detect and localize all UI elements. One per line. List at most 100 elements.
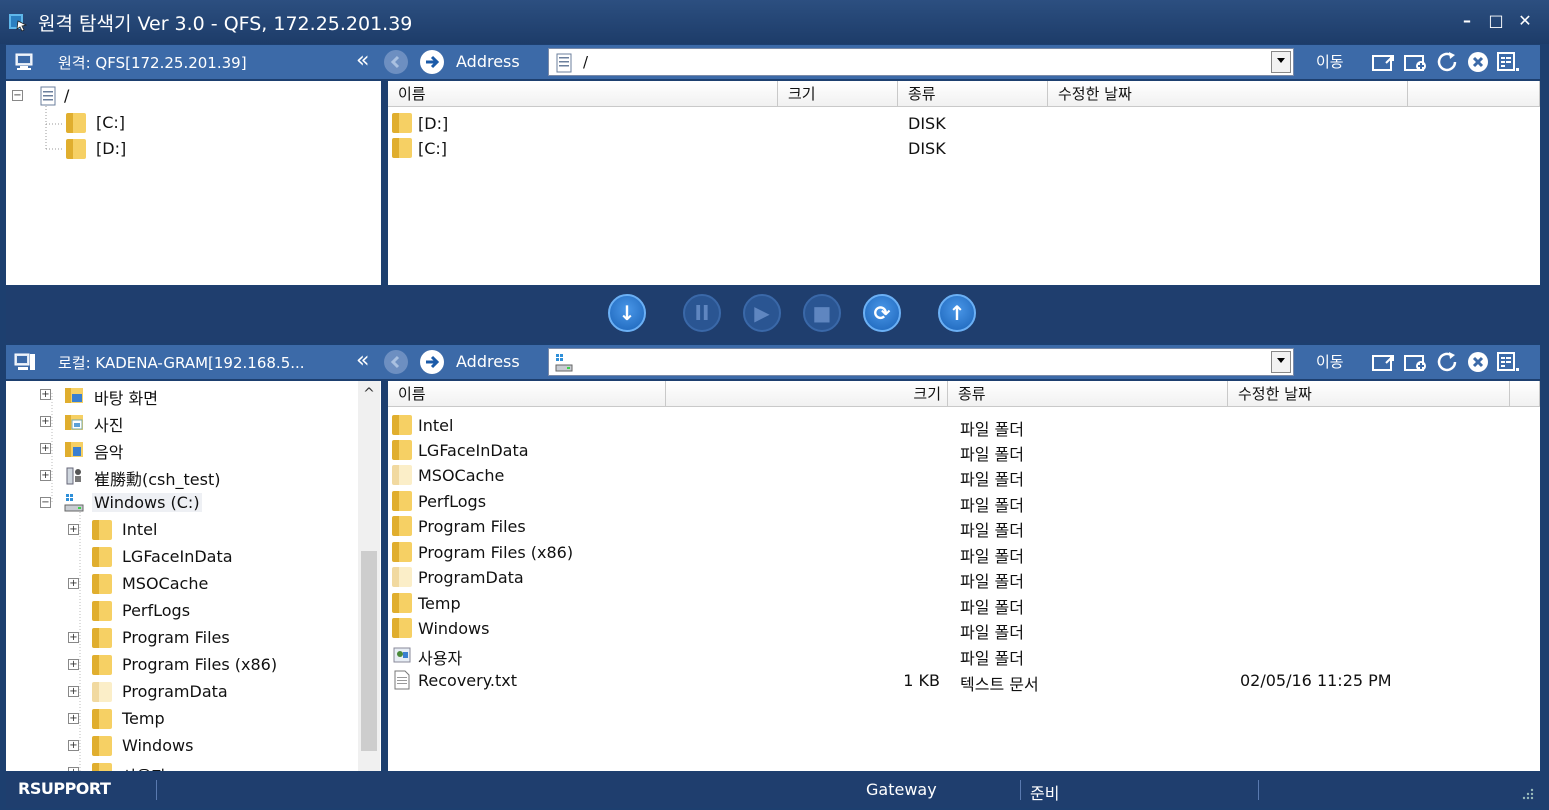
tree-node-windows[interactable]: + Windows (6, 734, 346, 758)
view-options-icon[interactable] (1496, 351, 1520, 373)
refresh-icon[interactable] (1436, 51, 1460, 73)
expand-toggle[interactable]: + (68, 632, 79, 643)
tree-node-lgfaceindata[interactable]: LGFaceInData (6, 545, 346, 569)
tree-node-label: Program Files (x86) (122, 655, 278, 674)
tree-node-users[interactable]: + 사용자 (6, 761, 346, 771)
local-address-field[interactable] (548, 348, 1294, 376)
column-header-date[interactable]: 수정한 날짜 (1228, 381, 1510, 407)
local-back-button[interactable] (384, 350, 408, 374)
table-row[interactable]: [D:] DISK (388, 111, 1540, 136)
chevron-down-icon (1277, 358, 1285, 363)
close-button[interactable]: ✕ (1514, 10, 1536, 32)
table-row[interactable]: Temp 파일 폴더 (388, 591, 1540, 617)
column-header-filler (1408, 81, 1540, 107)
scroll-up-button[interactable]: ^ (358, 381, 380, 407)
tree-node-pictures[interactable]: + 사진 (6, 410, 346, 435)
expand-toggle[interactable]: + (68, 713, 79, 724)
play-button[interactable]: ▶ (743, 294, 781, 332)
file-name: MSOCache (418, 466, 505, 485)
table-row[interactable]: [C:] DISK (388, 136, 1540, 161)
local-address-dropdown[interactable] (1271, 351, 1291, 373)
expand-toggle[interactable]: + (40, 443, 51, 454)
tree-node-desktop[interactable]: + 바탕 화면 (6, 383, 346, 408)
document-icon (40, 86, 56, 106)
delete-icon[interactable] (1466, 351, 1490, 373)
tree-scrollbar[interactable]: ^ (358, 381, 380, 771)
new-folder-icon[interactable] (1404, 51, 1428, 73)
table-row[interactable]: Program Files 파일 폴더 (388, 514, 1540, 540)
table-row[interactable]: Windows 파일 폴더 (388, 616, 1540, 642)
table-row[interactable]: LGFaceInData 파일 폴더 (388, 438, 1540, 464)
table-row[interactable]: 사용자 파일 폴더 (388, 642, 1540, 668)
local-collapse-button[interactable]: « (356, 348, 369, 373)
remote-address-dropdown[interactable] (1271, 51, 1291, 73)
tree-node-windows-c[interactable]: − Windows (C:) (6, 491, 346, 515)
local-forward-button[interactable] (420, 350, 444, 374)
table-row[interactable]: Intel 파일 폴더 (388, 413, 1540, 439)
new-folder-icon[interactable] (1404, 351, 1428, 373)
local-go-button[interactable]: 이동 (1316, 351, 1344, 372)
expand-toggle[interactable]: + (68, 740, 79, 751)
file-size: 1 KB (903, 671, 940, 690)
scroll-thumb[interactable] (361, 551, 377, 751)
tree-node-perflogs[interactable]: PerfLogs (6, 599, 346, 623)
expand-toggle[interactable]: + (68, 686, 79, 697)
expand-toggle[interactable]: + (40, 416, 51, 427)
tree-node-user[interactable]: + 崔勝勳(csh_test) (6, 464, 346, 489)
remote-back-button[interactable] (384, 50, 408, 74)
delete-icon[interactable] (1466, 51, 1490, 73)
maximize-button[interactable]: □ (1485, 10, 1507, 32)
column-header-type[interactable]: 종류 (898, 81, 1048, 107)
expand-toggle[interactable]: + (40, 389, 51, 400)
collapse-toggle[interactable]: − (12, 90, 23, 101)
upload-folder-icon[interactable] (1372, 351, 1396, 373)
upload-folder-icon[interactable] (1372, 51, 1396, 73)
column-header-size[interactable]: 크기 (778, 81, 898, 107)
column-header-date[interactable]: 수정한 날짜 (1048, 81, 1408, 107)
tree-node-d-drive[interactable]: [D:] (6, 137, 166, 161)
tree-node-c-drive[interactable]: [C:] (6, 111, 166, 135)
tree-node-intel[interactable]: + Intel (6, 518, 346, 542)
file-name: LGFaceInData (418, 441, 529, 460)
remote-address-field[interactable]: / (548, 48, 1294, 76)
expand-toggle[interactable]: + (68, 659, 79, 670)
table-row[interactable]: MSOCache 파일 폴더 (388, 463, 1540, 489)
status-bar: RSUPPORT Gateway 준비 (6, 772, 1540, 808)
table-row[interactable]: ProgramData 파일 폴더 (388, 565, 1540, 591)
table-row[interactable]: Program Files (x86) 파일 폴더 (388, 540, 1540, 566)
folder-icon (92, 709, 112, 729)
resize-grip-icon[interactable] (1520, 786, 1534, 800)
column-header-type[interactable]: 종류 (948, 381, 1228, 407)
local-host-label: 로컬: KADENA-GRAM[192.168.5... (58, 354, 305, 372)
expand-toggle[interactable]: + (68, 524, 79, 535)
minimize-button[interactable]: – (1456, 10, 1478, 32)
remote-forward-button[interactable] (420, 50, 444, 74)
expand-toggle[interactable]: + (68, 767, 79, 771)
column-header-size[interactable]: 크기 (666, 381, 948, 407)
tree-node-msocache[interactable]: + MSOCache (6, 572, 346, 596)
upload-button[interactable]: ↑ (938, 294, 976, 332)
tree-node-program-files-x86[interactable]: + Program Files (x86) (6, 653, 346, 677)
remote-address-value: / (583, 53, 589, 71)
stop-button[interactable]: ■ (803, 294, 841, 332)
tree-node-programdata[interactable]: + ProgramData (6, 680, 346, 704)
file-name: [D:] (418, 114, 449, 133)
column-header-name[interactable]: 이름 (388, 381, 666, 407)
sync-button[interactable]: ⟳ (863, 294, 901, 332)
remote-go-button[interactable]: 이동 (1316, 51, 1344, 72)
table-row[interactable]: Recovery.txt 1 KB 텍스트 문서 02/05/16 11:25 … (388, 668, 1540, 694)
tree-node-music[interactable]: + 음악 (6, 437, 346, 462)
tree-node-root[interactable]: − / (6, 84, 126, 108)
expand-toggle[interactable]: + (40, 470, 51, 481)
table-row[interactable]: PerfLogs 파일 폴더 (388, 489, 1540, 515)
remote-collapse-button[interactable]: « (356, 48, 369, 73)
view-options-icon[interactable] (1496, 51, 1520, 73)
tree-node-temp[interactable]: + Temp (6, 707, 346, 731)
expand-toggle[interactable]: + (68, 578, 79, 589)
tree-node-program-files[interactable]: + Program Files (6, 626, 346, 650)
refresh-icon[interactable] (1436, 351, 1460, 373)
collapse-toggle[interactable]: − (40, 497, 51, 508)
column-header-name[interactable]: 이름 (388, 81, 778, 107)
pause-button[interactable]: II (683, 294, 721, 332)
download-button[interactable]: ↓ (608, 294, 646, 332)
